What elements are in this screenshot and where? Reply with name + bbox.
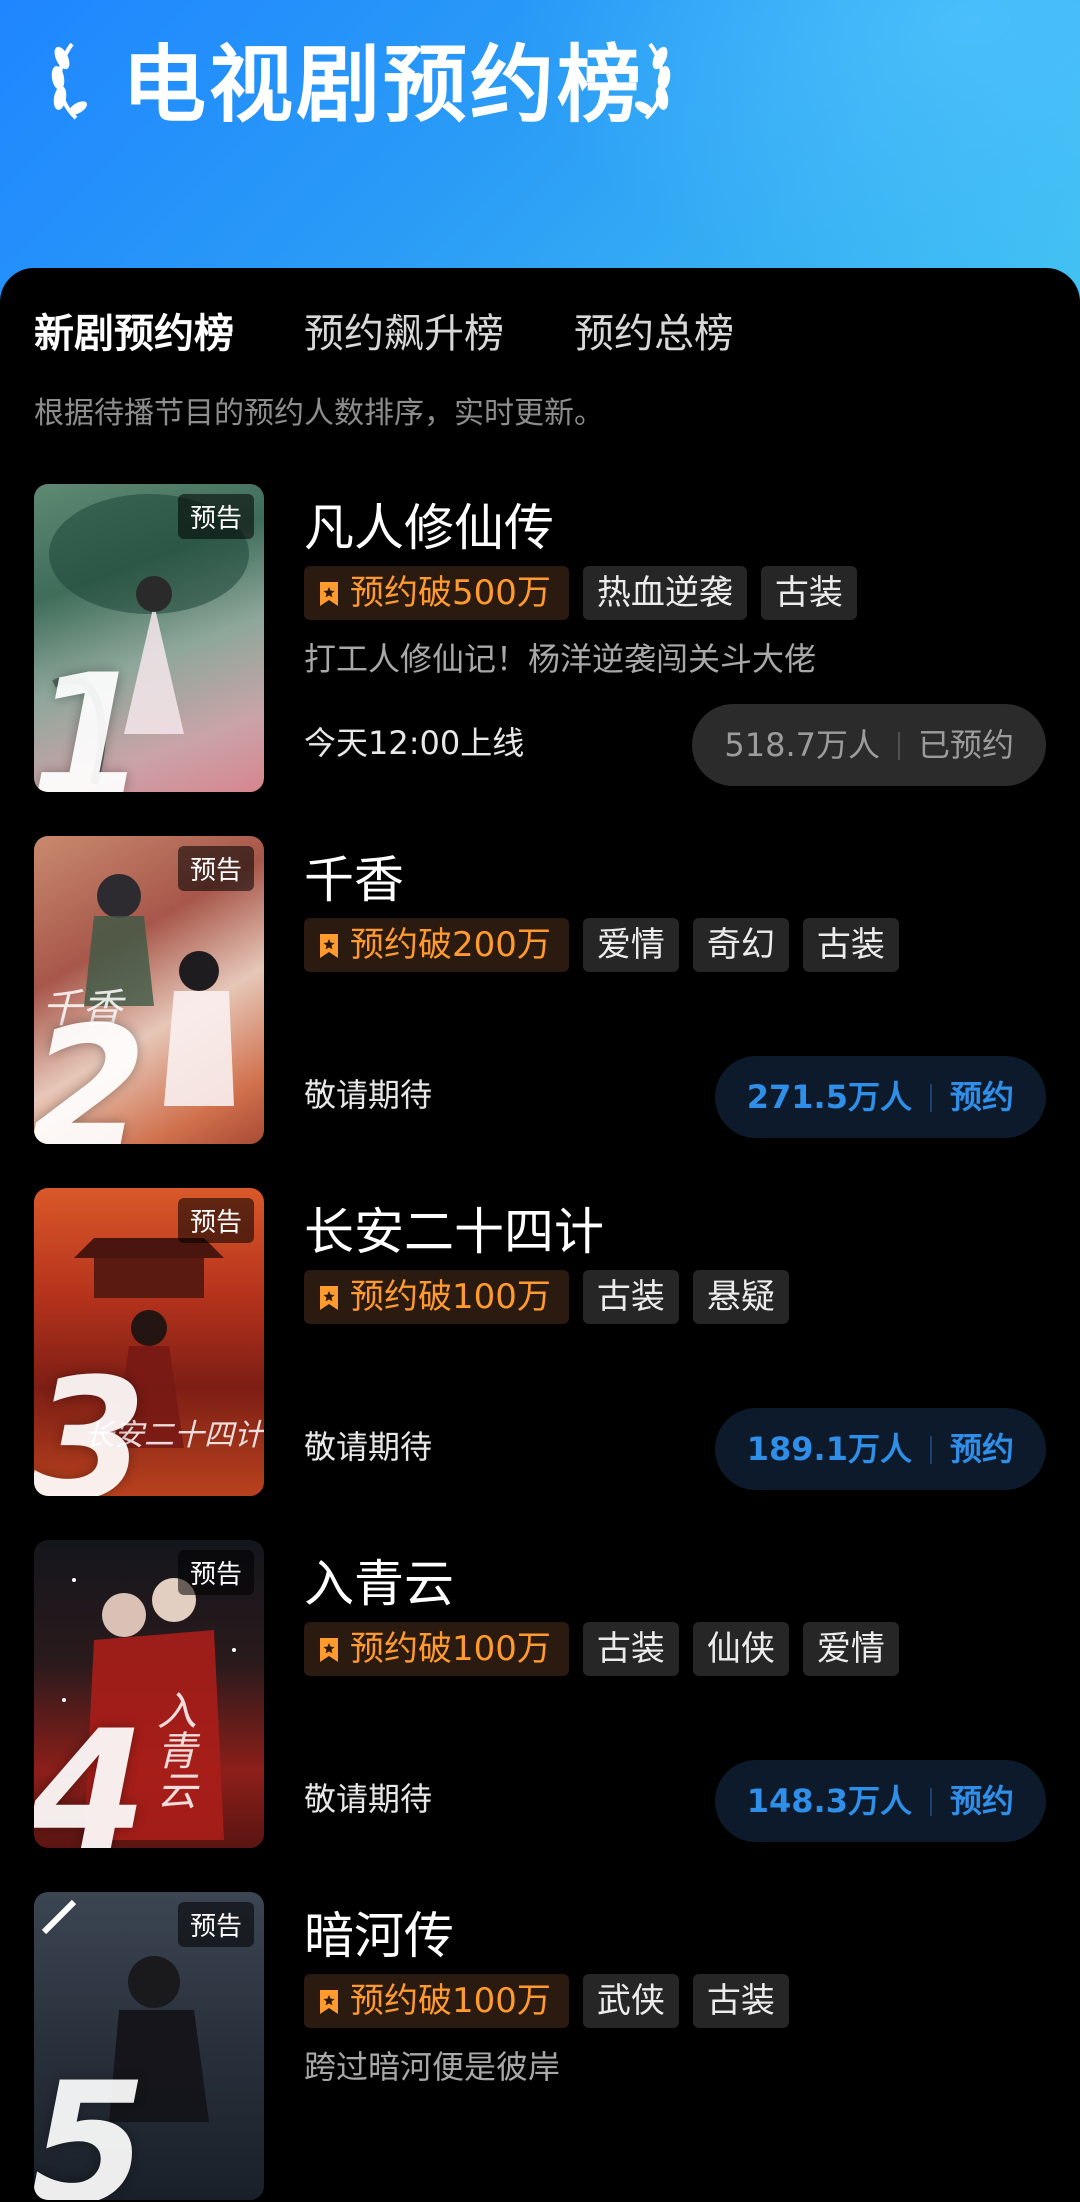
list-item[interactable]: 预告 1 凡人修仙传 预约破500万 热血逆袭 古装 打工人修仙记！杨洋逆袭闯关斗… (0, 484, 1080, 794)
list-item[interactable]: 长安二十四计 预告 3 长安二十四计 预约破100万 古装 悬疑 敬请期待 189… (0, 1188, 1080, 1498)
genre-tag: 古装 (802, 918, 899, 972)
genre-tag: 悬疑 (692, 1270, 789, 1324)
poster-image[interactable]: 长安二十四计 预告 3 (34, 1188, 264, 1496)
release-status: 敬请期待 (304, 1076, 433, 1114)
genre-tag: 武侠 (582, 1974, 679, 2028)
genre-tag: 仙侠 (692, 1622, 789, 1676)
drama-title[interactable]: 入青云 (304, 1544, 454, 1616)
reserved-button[interactable]: 518.7万人 已预约 (692, 704, 1046, 786)
badge-label: 预约破500万 (350, 573, 551, 613)
reserve-button[interactable]: 271.5万人 预约 (714, 1056, 1046, 1138)
reservation-badge: 预约破200万 (304, 918, 569, 972)
badge-label: 预约破100万 (350, 1277, 551, 1317)
reservation-badge: 预约破100万 (304, 1622, 569, 1676)
trailer-badge: 预告 (177, 846, 254, 891)
rank-number: 3 (34, 1342, 147, 1496)
bookmark-icon (320, 1638, 338, 1662)
poster-image[interactable]: 入青云 预告 4 (34, 1540, 264, 1848)
ranking-description: 根据待播节目的预约人数排序，实时更新。 (34, 396, 604, 431)
genre-tag: 奇幻 (692, 918, 789, 972)
poster-image[interactable]: 预告 1 (34, 484, 264, 792)
laurel-left-icon (51, 42, 88, 120)
ranking-panel: 新剧预约榜 预约飙升榜 预约总榜 根据待播节目的预约人数排序，实时更新。 预告 … (0, 268, 1080, 2200)
reserve-button[interactable]: 148.3万人 预约 (714, 1760, 1046, 1842)
poster-calligraphy: 入青云 (150, 1690, 196, 1810)
genre-tag: 爱情 (582, 918, 679, 972)
drama-title[interactable]: 凡人修仙传 (304, 488, 554, 560)
tab-new-drama[interactable]: 新剧预约榜 (34, 304, 234, 364)
bookmark-icon (320, 1990, 338, 2014)
genre-tag: 古装 (760, 566, 857, 620)
drama-title[interactable]: 千香 (304, 840, 404, 912)
drama-title[interactable]: 长安二十四计 (304, 1192, 604, 1264)
reservation-badge: 预约破500万 (304, 566, 569, 620)
drama-description: 跨过暗河便是彼岸 (304, 2048, 561, 2086)
divider (929, 1788, 932, 1816)
drama-description: 打工人修仙记！杨洋逆袭闯关斗大佬 (304, 640, 817, 678)
release-status: 今天12:00上线 (304, 724, 525, 762)
bookmark-icon (320, 1286, 338, 1310)
reservation-badge: 预约破100万 (304, 1974, 569, 2028)
laurel-right-icon (634, 42, 671, 120)
poster-image[interactable]: 千香 预告 2 (34, 836, 264, 1144)
rank-number: 1 (34, 638, 147, 792)
divider (929, 1084, 932, 1112)
genre-tag: 爱情 (802, 1622, 899, 1676)
rank-number: 5 (34, 2046, 147, 2200)
rank-number: 4 (34, 1694, 147, 1848)
tag-row: 预约破100万 古装 悬疑 (304, 1270, 803, 1324)
bookmark-icon (320, 582, 338, 606)
tag-row: 预约破500万 热血逆袭 古装 (304, 566, 871, 620)
tag-row: 预约破100万 古装 仙侠 爱情 (304, 1622, 913, 1676)
trailer-badge: 预告 (177, 1902, 254, 1947)
bookmark-icon (320, 934, 338, 958)
reserve-action-label: 预约 (949, 1078, 1014, 1116)
trailer-badge: 预告 (177, 1550, 254, 1595)
reservation-badge: 预约破100万 (304, 1270, 569, 1324)
genre-tag: 热血逆袭 (582, 566, 747, 620)
tag-row: 预约破200万 爱情 奇幻 古装 (304, 918, 913, 972)
divider (897, 732, 900, 760)
reservation-count: 271.5万人 (746, 1078, 912, 1116)
badge-label: 预约破100万 (350, 1629, 551, 1669)
tag-row: 预约破100万 武侠 古装 (304, 1974, 803, 2028)
poster-image[interactable]: 预告 5 (34, 1892, 264, 2200)
genre-tag: 古装 (582, 1270, 679, 1324)
tab-rising[interactable]: 预约飙升榜 (304, 304, 504, 364)
reserve-button[interactable]: 189.1万人 预约 (714, 1408, 1046, 1490)
badge-label: 预约破100万 (350, 1981, 551, 2021)
drama-title[interactable]: 暗河传 (304, 1896, 454, 1968)
trailer-badge: 预告 (177, 494, 254, 539)
reserve-action-label: 预约 (949, 1782, 1014, 1820)
release-status: 敬请期待 (304, 1780, 433, 1818)
reserve-action-label: 预约 (949, 1430, 1014, 1468)
reservation-count: 148.3万人 (746, 1782, 912, 1820)
list-item[interactable]: 入青云 预告 4 入青云 预约破100万 古装 仙侠 爱情 敬请期待 148.3万人… (0, 1540, 1080, 1850)
badge-label: 预约破200万 (350, 925, 551, 965)
release-status: 敬请期待 (304, 1428, 433, 1466)
tab-total[interactable]: 预约总榜 (574, 304, 734, 364)
list-item[interactable]: 千香 预告 2 千香 预约破200万 爱情 奇幻 古装 敬请期待 271.5万人 预约 (0, 836, 1080, 1146)
reserve-action-label: 已预约 (917, 726, 1014, 764)
genre-tag: 古装 (582, 1622, 679, 1676)
reservation-count: 518.7万人 (724, 726, 880, 764)
list-item[interactable]: 预告 5 暗河传 预约破100万 武侠 古装 跨过暗河便是彼岸 (0, 1892, 1080, 2202)
divider (929, 1436, 932, 1464)
genre-tag: 古装 (692, 1974, 789, 2028)
trailer-badge: 预告 (177, 1198, 254, 1243)
reservation-count: 189.1万人 (746, 1430, 912, 1468)
rank-number: 2 (34, 990, 147, 1144)
page-title: 电视剧预约榜 (122, 36, 645, 134)
